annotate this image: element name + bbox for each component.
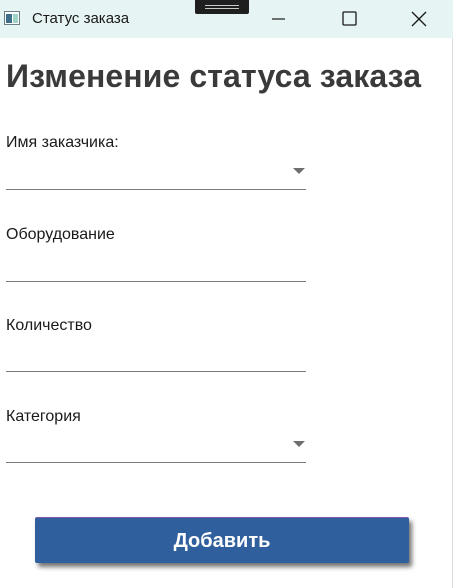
category-label: Категория [6,408,81,425]
order-status-window: Статус заказа Изменение статуса заказа И… [0,0,453,588]
chevron-down-icon[interactable] [293,168,305,174]
equipment-underline [6,281,306,282]
window-title: Статус заказа [32,10,130,27]
close-button[interactable] [396,0,442,38]
maximize-icon [342,11,357,26]
close-icon [411,11,427,27]
quantity-underline [6,371,306,372]
maximize-button[interactable] [326,0,372,38]
customer-name-underline [6,189,306,190]
equipment-input[interactable] [6,251,306,281]
page-title: Изменение статуса заказа [6,58,422,94]
equipment-label: Оборудование [6,226,115,243]
minimize-button[interactable] [256,0,302,38]
quantity-input[interactable] [6,341,306,371]
add-button[interactable]: Добавить [35,517,409,563]
quantity-label: Количество [6,317,92,334]
chevron-down-icon[interactable] [293,441,305,447]
title-bar[interactable]: Статус заказа [0,0,453,38]
minimize-icon [272,18,285,20]
customer-name-label: Имя заказчика: [6,134,119,151]
category-combobox[interactable] [6,432,306,462]
app-icon [4,11,20,25]
snap-layout-handle[interactable] [195,0,249,14]
category-underline [6,462,306,463]
customer-name-combobox[interactable] [6,159,306,189]
